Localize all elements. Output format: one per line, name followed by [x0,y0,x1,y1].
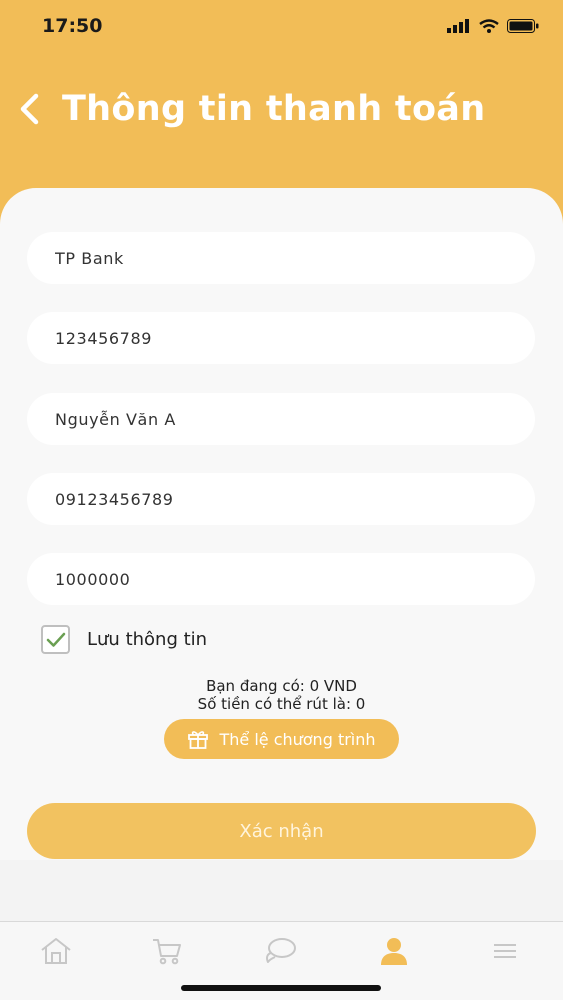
tab-menu[interactable] [485,934,525,968]
gift-icon [187,729,209,749]
home-icon [41,938,71,964]
amount-input[interactable] [55,569,535,589]
signal-icon [447,19,469,33]
battery-icon [507,19,539,33]
amount-field[interactable] [27,553,535,605]
confirm-button-label: Xác nhận [239,820,324,842]
bank-field[interactable] [27,232,535,284]
account-name-input[interactable] [55,409,535,429]
status-icons [447,19,539,33]
user-icon [381,938,407,965]
tab-chat[interactable] [260,934,300,968]
home-indicator [181,985,381,991]
tab-cart[interactable] [147,934,187,968]
phone-input[interactable] [55,489,535,509]
current-balance-text: Bạn đang có: 0 VND [206,677,357,695]
phone-field[interactable] [27,473,535,525]
account-name-field[interactable] [27,393,535,445]
tab-home[interactable] [36,934,76,968]
confirm-button[interactable]: Xác nhận [27,803,536,859]
back-icon[interactable] [18,89,52,129]
account-number-field[interactable] [27,312,535,364]
account-number-input[interactable] [55,328,535,348]
status-time: 17:50 [42,15,103,37]
save-info-row: Lưu thông tin [41,625,207,654]
tab-profile[interactable] [374,934,414,968]
check-icon [46,632,65,647]
title-row: Thông tin thanh toán [18,84,485,134]
menu-icon [494,944,516,958]
rules-button-label: Thể lệ chương trình [219,729,376,749]
page-title: Thông tin thanh toán [62,89,486,129]
save-info-checkbox[interactable] [41,625,70,654]
rules-button[interactable]: Thể lệ chương trình [164,719,399,759]
cart-icon [153,939,181,965]
status-bar: 17:50 [0,0,563,56]
save-info-label: Lưu thông tin [87,629,208,650]
bank-input[interactable] [55,248,535,268]
withdrawable-text: Số tiền có thể rút là: 0 [197,695,366,713]
wifi-icon [479,19,499,33]
chat-icon [266,938,296,963]
